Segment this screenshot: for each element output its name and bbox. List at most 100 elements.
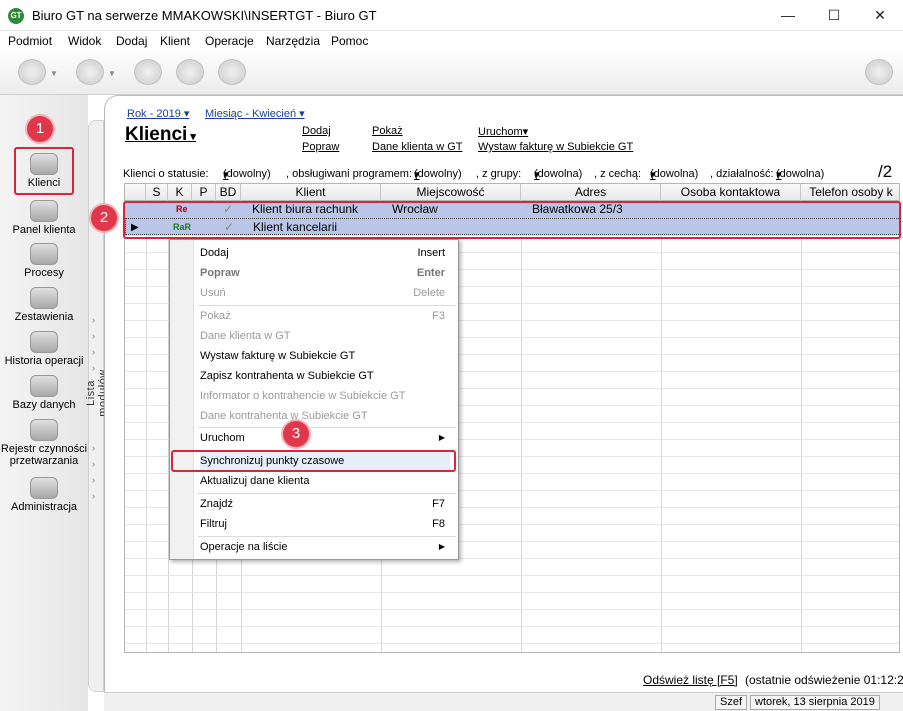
filter-activity-dropdown[interactable]: (dowolna) ▾ [776,168,824,181]
column-header-s[interactable]: S [146,184,168,201]
year-selector[interactable]: Rok - 2019 ▾ [127,107,189,120]
menu-item-wystaw-fakture[interactable]: Wystaw fakturę w Subiekcie GT [200,347,450,365]
chevron-right-icon[interactable]: › [92,315,95,325]
nav-label: Rejestr czynności przetwarzania [0,443,88,467]
back-icon[interactable] [18,59,46,85]
filter-activity-label: , działalność: [710,168,774,180]
filter-program-label: , obsługiwani programem: [286,168,412,180]
chevron-right-icon[interactable]: › [92,443,95,453]
chevron-right-icon[interactable]: › [92,475,95,485]
menu-item-label: Pokaż [200,310,231,322]
menu-item-shortcut: F7 [432,498,445,510]
menu-item-shortcut: Delete [413,287,445,299]
menu-item-label: Aktualizuj dane klienta [200,475,310,487]
maximize-button[interactable]: ☐ [811,0,857,31]
menu-item-usun[interactable]: Usuń Delete [200,284,450,302]
menu-pomoc[interactable]: Pomoc [331,34,368,48]
filter-feature-dropdown[interactable]: (dowolna) ▾ [650,168,698,181]
column-header-klient[interactable]: Klient [241,184,381,201]
dodaj-link[interactable]: Dodaj [302,125,331,137]
wystaw-fakture-link[interactable]: Wystaw fakturę w Subiekcie GT [478,141,633,153]
menu-item-shortcut: F3 [432,310,445,322]
chevron-right-icon[interactable]: › [92,491,95,501]
help-icon[interactable] [865,59,893,85]
menu-item-informator[interactable]: Informator o kontrahencie w Subiekcie GT [200,387,450,405]
menu-narzedzia[interactable]: Narzędzia [266,34,320,48]
nav-item-historia-operacji[interactable]: Historia operacji [0,331,88,367]
column-header-miejscowosc[interactable]: Miejscowość [381,184,521,201]
menu-item-dodaj[interactable]: Dodaj Insert [200,244,450,262]
forward-dropdown-icon[interactable]: ▼ [108,69,116,78]
chevron-right-icon[interactable]: › [92,331,95,341]
column-header-p[interactable]: P [192,184,216,201]
column-header-osoba-kontaktowa[interactable]: Osoba kontaktowa [661,184,801,201]
menu-operacje[interactable]: Operacje [205,34,254,48]
menu-klient[interactable]: Klient [160,34,190,48]
step-marker-2: 2 [91,205,117,231]
column-header-k[interactable]: K [168,184,192,201]
month-selector[interactable]: Miesiąc - Kwiecień ▾ [205,107,305,120]
menu-item-label: Dane kontrahenta w Subiekcie GT [200,410,368,422]
admin-icon [30,477,58,499]
column-header-telefon[interactable]: Telefon osoby k [801,184,899,201]
menu-item-pokaz[interactable]: Pokaż F3 [200,307,450,325]
menu-item-dane-klienta[interactable]: Dane klienta w GT [200,327,450,345]
menu-podmiot[interactable]: Podmiot [8,34,52,48]
menu-item-uruchom[interactable]: Uruchom ▶ [200,429,450,447]
minimize-button[interactable]: — [765,0,811,31]
dane-klienta-link[interactable]: Dane klienta w GT [372,141,462,153]
uruchom-label: Uruchom [478,126,523,138]
menu-item-shortcut: Enter [416,267,445,279]
menu-item-popraw[interactable]: Popraw Enter [200,264,450,282]
nav-item-zestawienia[interactable]: Zestawienia [0,287,88,323]
menu-dodaj[interactable]: Dodaj [116,34,147,48]
close-button[interactable]: ✕ [857,0,903,31]
gears-icon [30,243,58,265]
filter-group-dropdown[interactable]: (dowolna) ▾ [534,168,582,181]
menu-item-znajdz[interactable]: Znajdź F7 [200,495,450,513]
back-dropdown-icon[interactable]: ▼ [50,69,58,78]
menu-item-filtruj[interactable]: Filtruj F8 [200,515,450,533]
report-icon [30,287,58,309]
menu-item-operacje-na-liscie[interactable]: Operacje na liście ▶ [200,538,450,556]
menu-item-dane-kontrahenta[interactable]: Dane kontrahenta w Subiekcie GT [200,407,450,425]
chevron-right-icon[interactable]: › [92,459,95,469]
filter-group-label: , z grupy: [476,168,522,180]
section-title[interactable]: Klienci ▾ [125,124,196,146]
column-header-bd[interactable]: BD [216,184,241,201]
column-header-adres[interactable]: Adres [521,184,661,201]
pokaz-link[interactable]: Pokaż [372,125,403,137]
filter-program-dropdown[interactable]: (dowolny) ▾ [414,168,462,181]
grid-line [125,643,899,644]
menu-item-label: Uruchom [200,432,245,444]
column-header-indicator[interactable] [125,184,146,201]
popraw-link[interactable]: Popraw [302,141,339,153]
uruchom-link[interactable]: Uruchom▾ [478,125,528,138]
forward-icon[interactable] [76,59,104,85]
menu-item-zapisz-kontrahenta[interactable]: Zapisz kontrahenta w Subiekcie GT [200,367,450,385]
nav-item-bazy-danych[interactable]: Bazy danych [0,375,88,411]
nav-item-panel-klienta[interactable]: Panel klienta [0,200,88,236]
page-indicator: /2 [878,162,893,181]
eraser-icon[interactable] [134,59,162,85]
tools-icon[interactable] [176,59,204,85]
menu-bar: Podmiot Widok Dodaj Klient Operacje Narz… [0,31,903,51]
refresh-icon[interactable] [218,59,246,85]
nav-item-procesy[interactable]: Procesy [0,243,88,279]
filter-status-dropdown[interactable]: (dowolny) ▾ [223,168,271,181]
menu-separator [198,305,456,306]
menu-widok[interactable]: Widok [68,34,101,48]
filter-status-label: Klienci o statusie: [123,168,209,180]
menu-item-aktualizuj[interactable]: Aktualizuj dane klienta [200,472,450,490]
refresh-list-link[interactable]: Odśwież listę [F5] [643,673,738,687]
filter-feature-value: (dowolna) [650,168,699,180]
table-header: S K P BD Klient Miejscowość Adres Osoba … [125,184,899,201]
status-bar: Szef wtorek, 13 sierpnia 2019 [104,692,903,711]
nav-item-rejestr[interactable]: Rejestr czynności przetwarzania [0,419,88,467]
menu-icon-strip [170,240,194,559]
grid-line [125,592,899,593]
menu-item-label: Zapisz kontrahenta w Subiekcie GT [200,370,374,382]
nav-item-administracja[interactable]: Administracja [0,477,88,513]
refresh-info: (ostatnie odświeżenie 01:12:28) [745,673,903,687]
month-label: Miesiąc - Kwiecień [205,108,297,120]
